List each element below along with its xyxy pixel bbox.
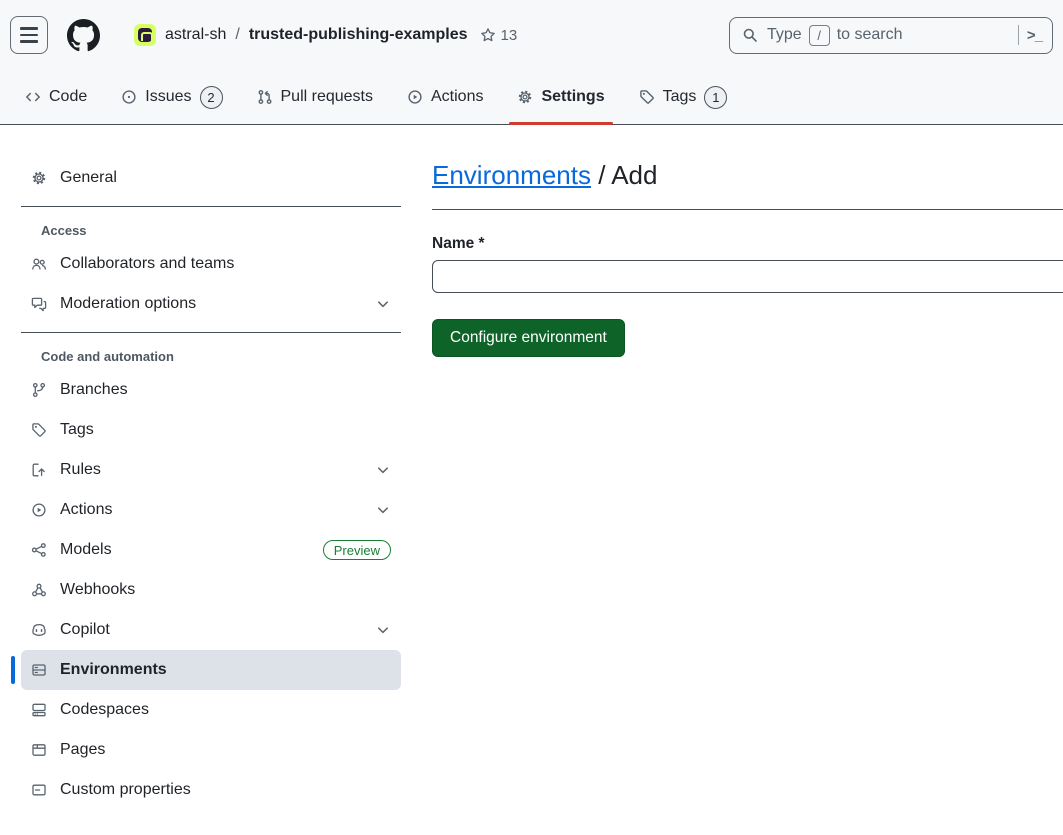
environments-breadcrumb-link[interactable]: Environments (432, 160, 591, 190)
repo-link[interactable]: trusted-publishing-examples (249, 26, 468, 44)
environment-name-input[interactable] (432, 260, 1063, 293)
rules-icon (31, 462, 47, 478)
sidebar-section-title-code-and-automation: Code and automation (41, 349, 401, 364)
tab-pull-requests[interactable]: Pull requests (247, 70, 384, 124)
chevron-down-icon (375, 462, 391, 478)
copilot-icon (31, 622, 47, 638)
code-icon (25, 89, 41, 105)
sidebar-divider (21, 332, 401, 333)
sidebar-item-pages[interactable]: Pages (21, 730, 401, 770)
star-count: 13 (501, 27, 518, 44)
sidebar-item-copilot[interactable]: Copilot (21, 610, 401, 650)
tab-settings[interactable]: Settings (507, 70, 614, 124)
sidebar-item-moderation-options[interactable]: Moderation options (21, 284, 401, 324)
play-circle-icon (31, 502, 47, 518)
environments-icon (31, 662, 47, 678)
subhead-divider (432, 209, 1063, 210)
tab-code[interactable]: Code (15, 70, 97, 124)
chevron-down-icon (375, 296, 391, 312)
repo-nav: Code Issues 2 Pull requests Actions Sett… (0, 70, 1063, 125)
play-circle-icon (407, 89, 423, 105)
sidebar-divider (21, 206, 401, 207)
search-divider (1018, 25, 1019, 45)
note-icon (31, 782, 47, 798)
breadcrumb: astral-sh / trusted-publishing-examples … (134, 24, 517, 46)
sidebar-item-general[interactable]: General (21, 158, 401, 198)
command-palette-icon[interactable]: >_ (1027, 27, 1042, 44)
app-header: astral-sh / trusted-publishing-examples … (0, 0, 1063, 70)
sidebar-item-codespaces[interactable]: Codespaces (21, 690, 401, 730)
search-icon (742, 27, 758, 43)
codespaces-icon (31, 702, 47, 718)
sidebar-item-branches[interactable]: Branches (21, 370, 401, 410)
environments-add-panel: Environments / Add Name * Configure envi… (432, 158, 1063, 810)
sidebar-item-custom-properties[interactable]: Custom properties (21, 770, 401, 810)
configure-environment-button[interactable]: Configure environment (432, 319, 625, 357)
sidebar-item-environments[interactable]: Environments (21, 650, 401, 690)
preview-badge: Preview (323, 540, 391, 560)
sidebar-item-webhooks[interactable]: Webhooks (21, 570, 401, 610)
page-title: Environments / Add (432, 158, 1063, 192)
chevron-down-icon (375, 502, 391, 518)
name-field-label: Name * (432, 235, 1063, 253)
settings-sidebar: General Access Collaborators and teams M… (21, 158, 401, 810)
webhook-icon (31, 582, 47, 598)
org-link[interactable]: astral-sh (165, 26, 226, 44)
heading-separator: / (591, 160, 611, 190)
git-branch-icon (31, 382, 47, 398)
tag-icon (31, 422, 47, 438)
gear-icon (517, 89, 533, 105)
search-placeholder: Type / to search (767, 25, 903, 46)
settings-layout: General Access Collaborators and teams M… (0, 125, 1063, 810)
tag-icon (639, 89, 655, 105)
org-avatar[interactable] (134, 24, 156, 46)
tags-count-badge: 1 (704, 86, 727, 109)
people-icon (31, 256, 47, 272)
sidebar-section-title-access: Access (41, 223, 401, 238)
sidebar-item-collaborators-and-teams[interactable]: Collaborators and teams (21, 244, 401, 284)
sidebar-item-tags[interactable]: Tags (21, 410, 401, 450)
comment-discussion-icon (31, 296, 47, 312)
required-marker: * (474, 235, 484, 252)
sidebar-item-rules[interactable]: Rules (21, 450, 401, 490)
gear-icon (31, 170, 47, 186)
star-icon[interactable] (480, 27, 496, 43)
browser-icon (31, 742, 47, 758)
heading-current: Add (611, 160, 657, 190)
sidebar-item-actions[interactable]: Actions (21, 490, 401, 530)
git-pull-request-icon (257, 89, 273, 105)
github-logo-icon[interactable] (67, 19, 100, 52)
slash-key-hint: / (809, 25, 830, 46)
issues-count-badge: 2 (200, 86, 223, 109)
global-menu-button[interactable] (10, 16, 48, 54)
chevron-down-icon (375, 622, 391, 638)
issue-opened-icon (121, 89, 137, 105)
tab-actions[interactable]: Actions (397, 70, 493, 124)
model-network-icon (31, 542, 47, 558)
sidebar-item-models[interactable]: Models Preview (21, 530, 401, 570)
search-input[interactable]: Type / to search >_ (729, 17, 1053, 54)
tab-issues[interactable]: Issues 2 (111, 70, 232, 124)
tab-tags[interactable]: Tags 1 (629, 70, 738, 124)
star-count-group: 13 (480, 27, 518, 44)
breadcrumb-separator: / (235, 26, 239, 44)
